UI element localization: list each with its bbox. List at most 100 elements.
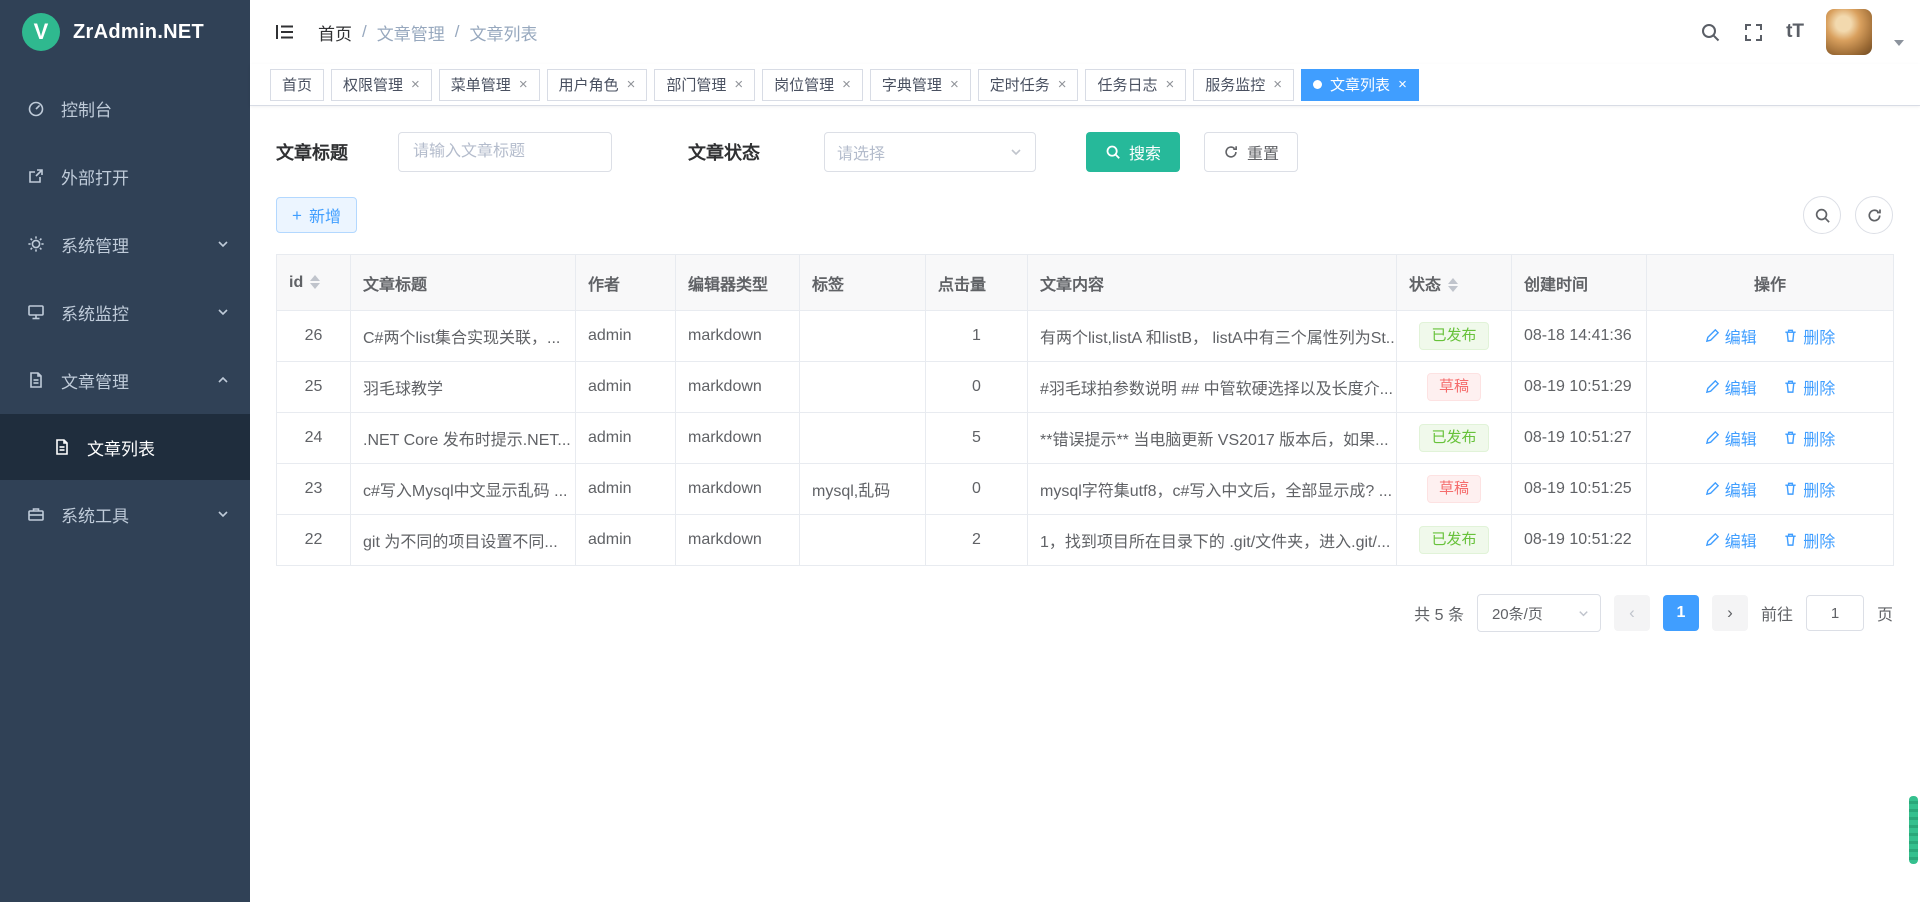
edit-link[interactable]: 编辑 xyxy=(1705,528,1757,552)
tab-scheduled-task[interactable]: 定时任务× xyxy=(978,69,1079,101)
tab-home[interactable]: 首页 xyxy=(270,69,324,101)
delete-link[interactable]: 删除 xyxy=(1783,528,1835,552)
edit-link[interactable]: 编辑 xyxy=(1705,426,1757,450)
close-icon[interactable]: × xyxy=(519,77,528,92)
add-button[interactable]: + 新增 xyxy=(276,197,357,233)
page-size-select[interactable]: 20条/页 xyxy=(1477,594,1601,632)
toggle-search-button[interactable] xyxy=(1803,196,1841,234)
status-badge: 草稿 xyxy=(1427,373,1481,401)
tab-dept-mgmt[interactable]: 部门管理× xyxy=(654,69,755,101)
tab-user-role[interactable]: 用户角色× xyxy=(547,69,648,101)
cell-editor: markdown xyxy=(676,311,800,362)
cell-content: **错误提示** 当电脑更新 VS2017 版本后，如果... xyxy=(1028,413,1397,464)
cell-clicks: 0 xyxy=(926,362,1028,413)
cell-status: 已发布 xyxy=(1397,311,1512,362)
column-header-id[interactable]: id xyxy=(277,255,351,311)
tab-task-log[interactable]: 任务日志× xyxy=(1085,69,1186,101)
breadcrumb-home[interactable]: 首页 xyxy=(318,20,352,45)
fullscreen-icon[interactable] xyxy=(1743,22,1764,43)
logo-letter: V xyxy=(34,19,49,45)
sidebar-item-dashboard[interactable]: 控制台 xyxy=(0,74,250,142)
delete-link[interactable]: 删除 xyxy=(1783,324,1835,348)
collapse-sidebar-icon[interactable] xyxy=(274,21,296,43)
prev-page-button[interactable]: ‹ xyxy=(1614,595,1650,631)
scrollbar-thumb[interactable] xyxy=(1909,796,1918,864)
page-number-1[interactable]: 1 xyxy=(1663,595,1699,631)
close-icon[interactable]: × xyxy=(627,77,636,92)
edit-link[interactable]: 编辑 xyxy=(1705,324,1757,348)
reset-button[interactable]: 重置 xyxy=(1204,132,1298,172)
sidebar-item-system-mgmt[interactable]: 系统管理 xyxy=(0,210,250,278)
tab-menu-mgmt[interactable]: 菜单管理× xyxy=(439,69,540,101)
font-size-icon[interactable]: tT xyxy=(1786,21,1804,43)
search-button[interactable]: 搜索 xyxy=(1086,132,1180,172)
tab-service-monitor[interactable]: 服务监控× xyxy=(1193,69,1294,101)
search-icon[interactable] xyxy=(1700,22,1721,43)
edit-link[interactable]: 编辑 xyxy=(1705,375,1757,399)
cell-editor: markdown xyxy=(676,515,800,566)
delete-link[interactable]: 删除 xyxy=(1783,375,1835,399)
sidebar-item-article-list[interactable]: 文章列表 xyxy=(0,414,250,480)
sidebar-item-label: 系统监控 xyxy=(61,300,129,325)
tab-post-mgmt[interactable]: 岗位管理× xyxy=(762,69,863,101)
tab-permission-mgmt[interactable]: 权限管理× xyxy=(331,69,432,101)
table-row: 23 c#写入Mysql中文显示乱码 ... admin markdown my… xyxy=(277,464,1894,515)
delete-link[interactable]: 删除 xyxy=(1783,426,1835,450)
column-header-status[interactable]: 状态 xyxy=(1397,255,1512,311)
cell-status: 草稿 xyxy=(1397,464,1512,515)
tab-dict-mgmt[interactable]: 字典管理× xyxy=(870,69,971,101)
breadcrumb-article-mgmt[interactable]: 文章管理 xyxy=(377,20,445,45)
article-title-input[interactable] xyxy=(398,132,612,172)
goto-page-input[interactable] xyxy=(1806,595,1864,631)
cell-clicks: 2 xyxy=(926,515,1028,566)
column-header-content: 文章内容 xyxy=(1028,255,1397,311)
sidebar-item-article-mgmt[interactable]: 文章管理 xyxy=(0,346,250,414)
app-title: ZrAdmin.NET xyxy=(73,21,204,44)
article-status-select[interactable]: 请选择 xyxy=(824,132,1036,172)
next-page-button[interactable]: › xyxy=(1712,595,1748,631)
sidebar-item-system-monitor[interactable]: 系统监控 xyxy=(0,278,250,346)
topbar-actions: tT xyxy=(1700,9,1904,55)
article-title-label: 文章标题 xyxy=(276,139,348,165)
cell-tags: mysql,乱码 xyxy=(800,464,926,515)
cell-editor: markdown xyxy=(676,362,800,413)
close-icon[interactable]: × xyxy=(950,77,959,92)
sidebar-item-label: 控制台 xyxy=(61,96,112,121)
close-icon[interactable]: × xyxy=(1166,77,1175,92)
sidebar-item-label: 系统工具 xyxy=(61,502,129,527)
table-toolbar: + 新增 xyxy=(276,196,1893,234)
close-icon[interactable]: × xyxy=(734,77,743,92)
close-icon[interactable]: × xyxy=(1398,77,1407,92)
sidebar-item-external-open[interactable]: 外部打开 xyxy=(0,142,250,210)
column-header-editor: 编辑器类型 xyxy=(676,255,800,311)
external-link-icon xyxy=(26,167,46,185)
monitor-icon xyxy=(26,303,46,321)
cell-editor: markdown xyxy=(676,464,800,515)
sidebar-item-system-tools[interactable]: 系统工具 xyxy=(0,480,250,548)
close-icon[interactable]: × xyxy=(411,77,420,92)
column-header-author: 作者 xyxy=(576,255,676,311)
user-menu-caret-icon[interactable] xyxy=(1894,40,1904,46)
user-avatar[interactable] xyxy=(1826,9,1872,55)
cell-actions: 编辑 删除 xyxy=(1647,515,1894,566)
cell-id: 24 xyxy=(277,413,351,464)
close-icon[interactable]: × xyxy=(842,77,851,92)
close-icon[interactable]: × xyxy=(1058,77,1067,92)
tab-article-list[interactable]: 文章列表× xyxy=(1301,69,1419,101)
delete-link[interactable]: 删除 xyxy=(1783,477,1835,501)
refresh-button[interactable] xyxy=(1855,196,1893,234)
status-badge: 已发布 xyxy=(1419,322,1488,350)
cell-status: 草稿 xyxy=(1397,362,1512,413)
cell-id: 22 xyxy=(277,515,351,566)
app-logo[interactable]: V ZrAdmin.NET xyxy=(0,0,250,64)
edit-link[interactable]: 编辑 xyxy=(1705,477,1757,501)
cell-id: 23 xyxy=(277,464,351,515)
cell-title: git 为不同的项目设置不同... xyxy=(351,515,576,566)
article-status-label: 文章状态 xyxy=(688,139,760,165)
cell-clicks: 1 xyxy=(926,311,1028,362)
chevron-down-icon xyxy=(1009,145,1023,159)
close-icon[interactable]: × xyxy=(1273,77,1282,92)
cell-status: 已发布 xyxy=(1397,515,1512,566)
breadcrumb-separator: / xyxy=(362,22,367,42)
breadcrumb-article-list: 文章列表 xyxy=(469,20,537,45)
